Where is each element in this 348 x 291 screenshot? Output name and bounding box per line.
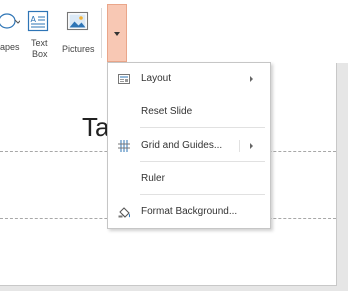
menu-item-reset-slide[interactable]: Reset Slide: [108, 98, 270, 126]
menu-separator: [140, 161, 265, 162]
menu-item-layout[interactable]: Layout: [108, 65, 270, 93]
dropdown-arrow-icon: [114, 32, 120, 36]
ribbon-group-separator: [101, 8, 102, 58]
menu-separator: [140, 194, 265, 195]
menu-item-label: Ruler: [141, 173, 165, 184]
pictures-button[interactable]: Pictures: [60, 0, 96, 62]
format-background-icon: [118, 207, 130, 218]
menu-item-label: Reset Slide: [141, 106, 193, 117]
text-box-label-line1: Text: [31, 38, 48, 48]
ribbon-dropdown-button[interactable]: [107, 4, 127, 62]
text-box-button[interactable]: A Text Box: [24, 0, 52, 62]
shapes-icon: [0, 13, 20, 29]
chevron-down-icon: [14, 19, 20, 24]
workspace-margin: [337, 63, 348, 291]
pictures-icon: [66, 11, 89, 31]
menu-item-grid-and-guides[interactable]: Grid and Guides...: [108, 132, 270, 160]
shapes-label: apes: [0, 42, 20, 52]
grid-icon: [118, 140, 130, 152]
split-divider: [239, 140, 240, 152]
context-menu: Layout Reset Slide Grid and Guides... Ru…: [107, 62, 271, 229]
text-box-label-line2: Box: [32, 49, 48, 59]
ribbon: apes A Text Box Pictures: [0, 0, 348, 64]
shapes-button[interactable]: apes: [0, 0, 22, 62]
menu-item-label: Grid and Guides...: [141, 140, 223, 151]
menu-item-format-background[interactable]: Format Background...: [108, 198, 270, 226]
menu-separator: [140, 127, 265, 128]
pictures-label: Pictures: [62, 44, 95, 54]
menu-item-label: Format Background...: [141, 206, 238, 217]
slide-title-fragment[interactable]: Ta: [82, 112, 109, 142]
menu-item-label: Layout: [141, 73, 172, 84]
layout-icon: [118, 74, 130, 84]
submenu-arrow-icon: [250, 76, 253, 82]
submenu-arrow-icon: [250, 143, 253, 149]
text-box-icon: A: [27, 10, 49, 32]
svg-text:A: A: [31, 15, 37, 24]
menu-item-ruler[interactable]: Ruler: [108, 165, 270, 193]
